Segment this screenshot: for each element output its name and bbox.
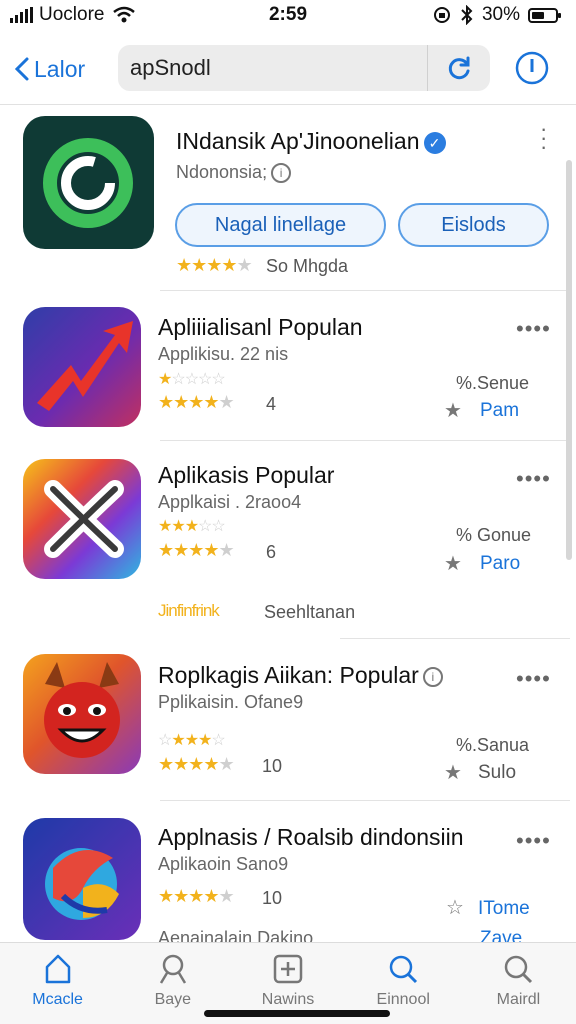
verified-icon: ✓	[423, 131, 446, 154]
app-icon-swirl[interactable]	[23, 818, 141, 940]
more-horizontal-icon[interactable]: ••••	[516, 316, 551, 342]
more-horizontal-icon[interactable]: ••••	[516, 466, 551, 492]
app-icon-devil[interactable]	[23, 654, 141, 774]
app-title: Applnasis / Roalsib dindonsiin	[158, 824, 464, 850]
tab-label: Einnool	[376, 991, 430, 1008]
app-rating-count: 10	[262, 888, 283, 908]
info-button[interactable]	[514, 50, 550, 91]
scrollbar[interactable]	[566, 160, 572, 560]
get-button[interactable]: Paro	[480, 553, 520, 575]
app-meta: %.Sanua	[456, 735, 530, 755]
row-divider	[160, 800, 570, 801]
app-icon-colorful[interactable]	[23, 459, 141, 579]
featured-primary-button[interactable]: Nagal linellage	[175, 203, 386, 247]
app-rating-stars: ★★★★★	[158, 540, 235, 560]
app-subtitle: Applkaisi . 2raoo4	[158, 492, 302, 512]
app-subtitle: Applikisu. 22 nis	[158, 344, 289, 364]
info-small-icon: i	[271, 163, 292, 184]
get-button[interactable]: Pam	[480, 400, 519, 422]
status-bar: Uoclore 2:59 30%	[0, 0, 576, 30]
tab-home[interactable]: Mcacle	[0, 943, 115, 1024]
wifi-icon	[113, 6, 136, 23]
home-icon	[45, 954, 70, 984]
back-label: Lalor	[34, 55, 86, 82]
nav-divider	[0, 104, 576, 105]
devil-face-icon	[44, 662, 120, 758]
app-rating-stars: ★★★★★	[158, 754, 235, 774]
plus-square-icon	[273, 954, 303, 984]
app-rating-count: 10	[262, 756, 283, 776]
star-icon[interactable]: ★	[444, 398, 462, 423]
featured-title: INdansik Ap'Jinoonelian	[176, 128, 420, 154]
app-rating-count: 6	[266, 542, 277, 562]
search-input[interactable]: apSnodl	[118, 55, 427, 81]
get-button[interactable]: Sulo	[478, 762, 516, 784]
app-rating-stars: ★★★★★	[158, 392, 235, 412]
c-logo-icon	[43, 138, 133, 228]
app-small-stars: ★☆☆☆☆	[158, 371, 226, 388]
row-divider	[160, 440, 570, 441]
nav-bar: Lalor apSnodl	[0, 36, 576, 102]
app-meta: % Gonue	[456, 525, 532, 545]
tab-label: Mairdl	[496, 991, 541, 1008]
section-label: Seehltanan	[264, 602, 356, 622]
featured-subtitle: Ndononsia;	[176, 162, 268, 182]
more-horizontal-icon[interactable]: ••••	[516, 666, 551, 692]
app-title: Apliiialisanl Populan	[158, 314, 363, 340]
refresh-button[interactable]	[428, 54, 490, 82]
featured-rating-text: So Mhgda	[266, 256, 349, 276]
trending-arrow-icon	[37, 321, 133, 411]
signal-icon	[10, 7, 33, 23]
chevron-left-icon	[14, 57, 29, 81]
tab-more[interactable]: Mairdl	[461, 943, 576, 1024]
row-divider	[340, 638, 570, 639]
back-button[interactable]: Lalor	[14, 56, 114, 83]
app-rating-stars: ★★★★★	[158, 886, 235, 906]
app-meta: %.Senue	[456, 373, 530, 393]
app-subtitle: Aplikaoin Sano9	[158, 854, 289, 874]
app-subtitle: Pplikaisin. Ofane9	[158, 692, 304, 712]
search-icon	[389, 955, 418, 984]
tab-label: Nawins	[261, 991, 315, 1008]
info-icon	[515, 51, 549, 85]
magnifier-icon	[505, 955, 533, 984]
battery-percent: 30%	[481, 4, 520, 25]
app-title: Aplikasis Popular	[158, 462, 335, 488]
carrier-name: Uoclore	[39, 4, 105, 25]
bluetooth-icon	[461, 5, 473, 25]
section-stars-text: Jinfinfrink	[158, 601, 220, 620]
more-vertical-icon[interactable]: · · ·	[540, 118, 548, 158]
tab-label: Mcacle	[32, 991, 83, 1008]
app-small-stars: ★★★☆☆	[158, 518, 226, 535]
search-field[interactable]: apSnodl	[118, 45, 490, 91]
search-person-icon	[159, 954, 186, 984]
star-icon[interactable]: ★	[444, 551, 462, 576]
info-small-icon: i	[422, 666, 443, 687]
battery-icon	[528, 7, 561, 23]
star-icon[interactable]: ★	[444, 760, 462, 785]
app-rating-count: 4	[266, 394, 277, 414]
app-title: Roplkagis Aiikan: Popular	[158, 662, 419, 688]
app-icon-arrow[interactable]	[23, 307, 141, 427]
row-divider	[160, 290, 570, 291]
featured-app-icon[interactable]	[23, 116, 154, 249]
x-knot-icon	[44, 480, 124, 558]
lock-rotation-icon	[433, 7, 450, 23]
tab-label: Baye	[154, 991, 192, 1008]
featured-secondary-button[interactable]: Eislods	[398, 203, 549, 247]
swirl-logo-icon	[45, 848, 119, 920]
home-indicator	[204, 1010, 390, 1017]
app-small-stars: ☆★★★☆	[158, 732, 226, 749]
refresh-icon	[448, 56, 470, 80]
get-button[interactable]: ITome	[478, 898, 530, 920]
more-horizontal-icon[interactable]: ••••	[516, 828, 551, 854]
star-outline-icon[interactable]: ☆	[446, 895, 464, 920]
featured-rating-stars: ★★★★★	[176, 255, 253, 275]
